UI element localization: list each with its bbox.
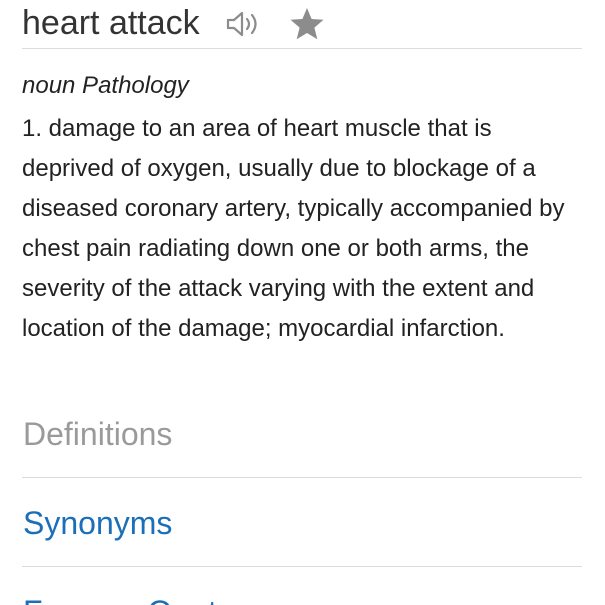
famous-quotes-link[interactable]: Famous Quotes <box>22 567 582 605</box>
part-of-speech-label: noun Pathology <box>22 72 189 99</box>
speaker-icon[interactable] <box>225 9 265 39</box>
famous-quotes-label: Famous Quotes <box>23 592 251 605</box>
star-icon-graphic <box>290 8 324 40</box>
entry-word: heart attack <box>22 4 200 42</box>
speaker-icon-graphic <box>226 11 257 37</box>
dictionary-entry-page: heart attack noun Pathology 1. damage to… <box>0 0 605 605</box>
synonyms-link[interactable]: Synonyms <box>22 478 582 567</box>
definitions-tab[interactable]: Definitions <box>22 389 582 478</box>
definition-text: 1. damage to an area of heart muscle tha… <box>22 115 565 342</box>
star-icon[interactable] <box>289 7 325 41</box>
definitions-label: Definitions <box>23 416 173 452</box>
entry-header: heart attack <box>22 0 582 49</box>
synonyms-label: Synonyms <box>23 505 173 541</box>
